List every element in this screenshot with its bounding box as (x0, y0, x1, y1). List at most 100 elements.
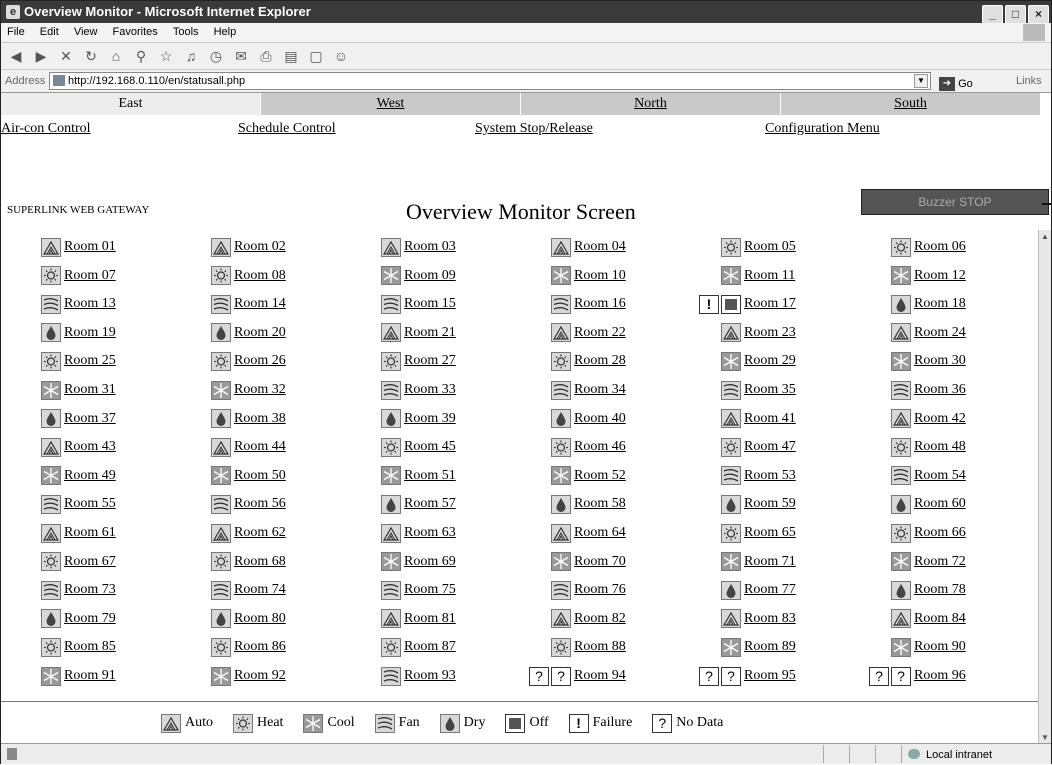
room-link[interactable]: Room 65 (744, 525, 796, 541)
room-link[interactable]: Room 40 (574, 411, 626, 427)
room-link[interactable]: Room 82 (574, 611, 626, 627)
room-link[interactable]: Room 17 (744, 296, 796, 312)
room-link[interactable]: Room 71 (744, 554, 796, 570)
room-link[interactable]: Room 81 (404, 611, 456, 627)
room-link[interactable]: Room 22 (574, 325, 626, 341)
room-link[interactable]: Room 49 (64, 468, 116, 484)
room-link[interactable]: Room 35 (744, 382, 796, 398)
room-link[interactable]: Room 01 (64, 239, 116, 255)
room-link[interactable]: Room 36 (914, 382, 966, 398)
room-link[interactable]: Room 04 (574, 239, 626, 255)
room-link[interactable]: Room 16 (574, 296, 626, 312)
edit-icon[interactable]: ▤ (281, 43, 301, 69)
room-link[interactable]: Room 34 (574, 382, 626, 398)
room-link[interactable]: Room 75 (404, 582, 456, 598)
room-link[interactable]: Room 29 (744, 353, 796, 369)
room-link[interactable]: Room 50 (234, 468, 286, 484)
room-link[interactable]: Room 55 (64, 496, 116, 512)
room-link[interactable]: Room 70 (574, 554, 626, 570)
room-link[interactable]: Room 66 (914, 525, 966, 541)
room-link[interactable]: Room 47 (744, 439, 796, 455)
room-link[interactable]: Room 69 (404, 554, 456, 570)
room-link[interactable]: Room 24 (914, 325, 966, 341)
room-link[interactable]: Room 02 (234, 239, 286, 255)
room-link[interactable]: Room 26 (234, 353, 286, 369)
room-link[interactable]: Room 67 (64, 554, 116, 570)
room-link[interactable]: Room 21 (404, 325, 456, 341)
room-link[interactable]: Room 12 (914, 268, 966, 284)
menu-edit[interactable]: Edit (40, 26, 59, 38)
room-link[interactable]: Room 73 (64, 582, 116, 598)
room-link[interactable]: Room 03 (404, 239, 456, 255)
room-link[interactable]: Room 32 (234, 382, 286, 398)
tab-west[interactable]: West (261, 93, 521, 115)
favorites-icon[interactable]: ☆ (156, 43, 176, 69)
room-link[interactable]: Room 06 (914, 239, 966, 255)
room-link[interactable]: Room 94 (574, 668, 626, 684)
room-link[interactable]: Room 95 (744, 668, 796, 684)
tab-north-link[interactable]: North (634, 96, 667, 111)
room-link[interactable]: Room 60 (914, 496, 966, 512)
stop-icon[interactable]: ✕ (56, 43, 76, 69)
room-link[interactable]: Room 14 (234, 296, 286, 312)
room-link[interactable]: Room 45 (404, 439, 456, 455)
menu-tools[interactable]: Tools (173, 26, 199, 38)
close-button[interactable]: × (1028, 5, 1049, 24)
room-link[interactable]: Room 25 (64, 353, 116, 369)
room-link[interactable]: Room 31 (64, 382, 116, 398)
room-link[interactable]: Room 15 (404, 296, 456, 312)
room-link[interactable]: Room 54 (914, 468, 966, 484)
room-link[interactable]: Room 33 (404, 382, 456, 398)
menu-favorites[interactable]: Favorites (113, 26, 158, 38)
room-link[interactable]: Room 13 (64, 296, 116, 312)
maximize-button[interactable]: □ (1005, 5, 1026, 24)
room-link[interactable]: Room 41 (744, 411, 796, 427)
room-link[interactable]: Room 43 (64, 439, 116, 455)
room-link[interactable]: Room 11 (744, 268, 795, 284)
messenger-icon[interactable]: ☺ (331, 43, 351, 69)
room-link[interactable]: Room 64 (574, 525, 626, 541)
room-link[interactable]: Room 10 (574, 268, 626, 284)
room-link[interactable]: Room 85 (64, 639, 116, 655)
menu-help[interactable]: Help (214, 26, 237, 38)
room-link[interactable]: Room 78 (914, 582, 966, 598)
room-link[interactable]: Room 89 (744, 639, 796, 655)
room-link[interactable]: Room 61 (64, 525, 116, 541)
room-link[interactable]: Room 86 (234, 639, 286, 655)
vertical-scrollbar[interactable]: ▲ ▼ (1038, 230, 1051, 743)
room-link[interactable]: Room 07 (64, 268, 116, 284)
room-link[interactable]: Room 96 (914, 668, 966, 684)
room-link[interactable]: Room 46 (574, 439, 626, 455)
discuss-icon[interactable]: ▢ (306, 43, 326, 69)
scroll-up-icon[interactable]: ▲ (1039, 230, 1051, 244)
minimize-button[interactable]: _ (982, 5, 1003, 24)
room-link[interactable]: Room 30 (914, 353, 966, 369)
configuration-menu-link[interactable]: Configuration Menu (765, 121, 880, 137)
room-link[interactable]: Room 39 (404, 411, 456, 427)
room-link[interactable]: Room 27 (404, 353, 456, 369)
room-link[interactable]: Room 48 (914, 439, 966, 455)
room-link[interactable]: Room 92 (234, 668, 286, 684)
room-link[interactable]: Room 38 (234, 411, 286, 427)
menu-file[interactable]: File (7, 26, 25, 38)
search-icon[interactable]: ⚲ (131, 43, 151, 69)
room-link[interactable]: Room 68 (234, 554, 286, 570)
room-link[interactable]: Room 88 (574, 639, 626, 655)
links-button[interactable]: Links (1016, 70, 1042, 92)
room-link[interactable]: Room 93 (404, 668, 456, 684)
room-link[interactable]: Room 91 (64, 668, 116, 684)
tab-west-link[interactable]: West (377, 96, 405, 111)
room-link[interactable]: Room 09 (404, 268, 456, 284)
room-link[interactable]: Room 87 (404, 639, 456, 655)
scroll-down-icon[interactable]: ▼ (1039, 731, 1051, 743)
room-link[interactable]: Room 05 (744, 239, 796, 255)
tab-south[interactable]: South (781, 93, 1041, 115)
forward-icon[interactable]: ▶ (31, 43, 51, 69)
buzzer-stop-button[interactable]: Buzzer STOP (861, 189, 1049, 215)
room-link[interactable]: Room 42 (914, 411, 966, 427)
room-link[interactable]: Room 56 (234, 496, 286, 512)
room-link[interactable]: Room 19 (64, 325, 116, 341)
schedule-control-link[interactable]: Schedule Control (238, 121, 336, 137)
room-link[interactable]: Room 62 (234, 525, 286, 541)
menu-view[interactable]: View (74, 26, 98, 38)
